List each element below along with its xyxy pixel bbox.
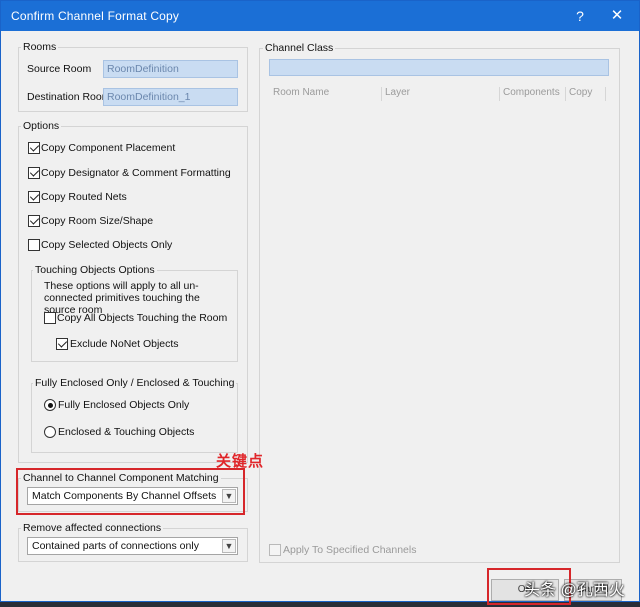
remove-connections-select[interactable]: Contained parts of connections only ▼ — [27, 537, 238, 555]
channel-class-group — [259, 48, 620, 563]
copy-selected-only-label: Copy Selected Objects Only — [41, 239, 173, 251]
apply-specified-channels-checkbox[interactable] — [269, 544, 281, 556]
confirm-channel-format-copy-dialog: Confirm Channel Format Copy ? ✕ Rooms So… — [0, 0, 640, 605]
touching-objects-legend: Touching Objects Options — [33, 264, 157, 276]
destination-room-field[interactable]: RoomDefinition_1 — [103, 88, 238, 106]
remove-connections-select-value: Contained parts of connections only — [32, 540, 199, 552]
copy-component-placement-checkbox[interactable] — [28, 142, 40, 154]
window-title: Confirm Channel Format Copy — [11, 9, 180, 23]
remove-connections-legend: Remove affected connections — [21, 522, 164, 534]
column-copy[interactable]: Copy — [566, 87, 606, 101]
enclosed-touching-radio[interactable] — [44, 426, 56, 438]
chevron-down-icon[interactable]: ▼ — [222, 539, 236, 553]
enclosed-legend: Fully Enclosed Only / Enclosed & Touchin… — [33, 377, 237, 389]
copy-room-size-checkbox[interactable] — [28, 215, 40, 227]
fully-enclosed-label: Fully Enclosed Objects Only — [58, 399, 190, 411]
source-room-label: Source Room — [27, 63, 92, 75]
title-bar: Confirm Channel Format Copy ? ✕ — [1, 1, 639, 31]
copy-all-touching-checkbox[interactable] — [44, 312, 56, 324]
rooms-legend: Rooms — [21, 41, 59, 53]
touching-description: These options will apply to all un-conne… — [44, 280, 200, 316]
watermark: 头条 @孔西火 — [524, 582, 625, 599]
copy-designator-formatting-checkbox[interactable] — [28, 167, 40, 179]
source-room-field[interactable]: RoomDefinition — [103, 60, 238, 78]
copy-routed-nets-checkbox[interactable] — [28, 191, 40, 203]
enclosed-group — [31, 383, 238, 453]
copy-designator-formatting-label: Copy Designator & Comment Formatting — [41, 167, 231, 179]
copy-room-size-label: Copy Room Size/Shape — [41, 215, 154, 227]
options-legend: Options — [21, 120, 62, 132]
copy-routed-nets-label: Copy Routed Nets — [41, 191, 127, 203]
channel-class-field[interactable] — [269, 59, 609, 76]
channel-class-legend: Channel Class — [263, 42, 336, 54]
matching-highlight-box — [16, 468, 245, 515]
fully-enclosed-radio[interactable] — [44, 399, 56, 411]
enclosed-touching-label: Enclosed & Touching Objects — [58, 426, 195, 438]
column-layer[interactable]: Layer — [382, 87, 500, 101]
destination-room-label: Destination Room — [27, 91, 111, 103]
close-button[interactable]: ✕ — [606, 6, 628, 26]
column-room-name[interactable]: Room Name — [270, 87, 382, 101]
apply-specified-channels-label: Apply To Specified Channels — [283, 544, 417, 556]
copy-component-placement-label: Copy Component Placement — [41, 142, 176, 154]
copy-selected-only-checkbox[interactable] — [28, 239, 40, 251]
column-components[interactable]: Components — [500, 87, 566, 101]
copy-all-touching-label: Copy All Objects Touching the Room — [57, 312, 228, 324]
help-button[interactable]: ? — [569, 6, 591, 26]
exclude-nonet-label: Exclude NoNet Objects — [70, 338, 179, 350]
exclude-nonet-checkbox[interactable] — [56, 338, 68, 350]
